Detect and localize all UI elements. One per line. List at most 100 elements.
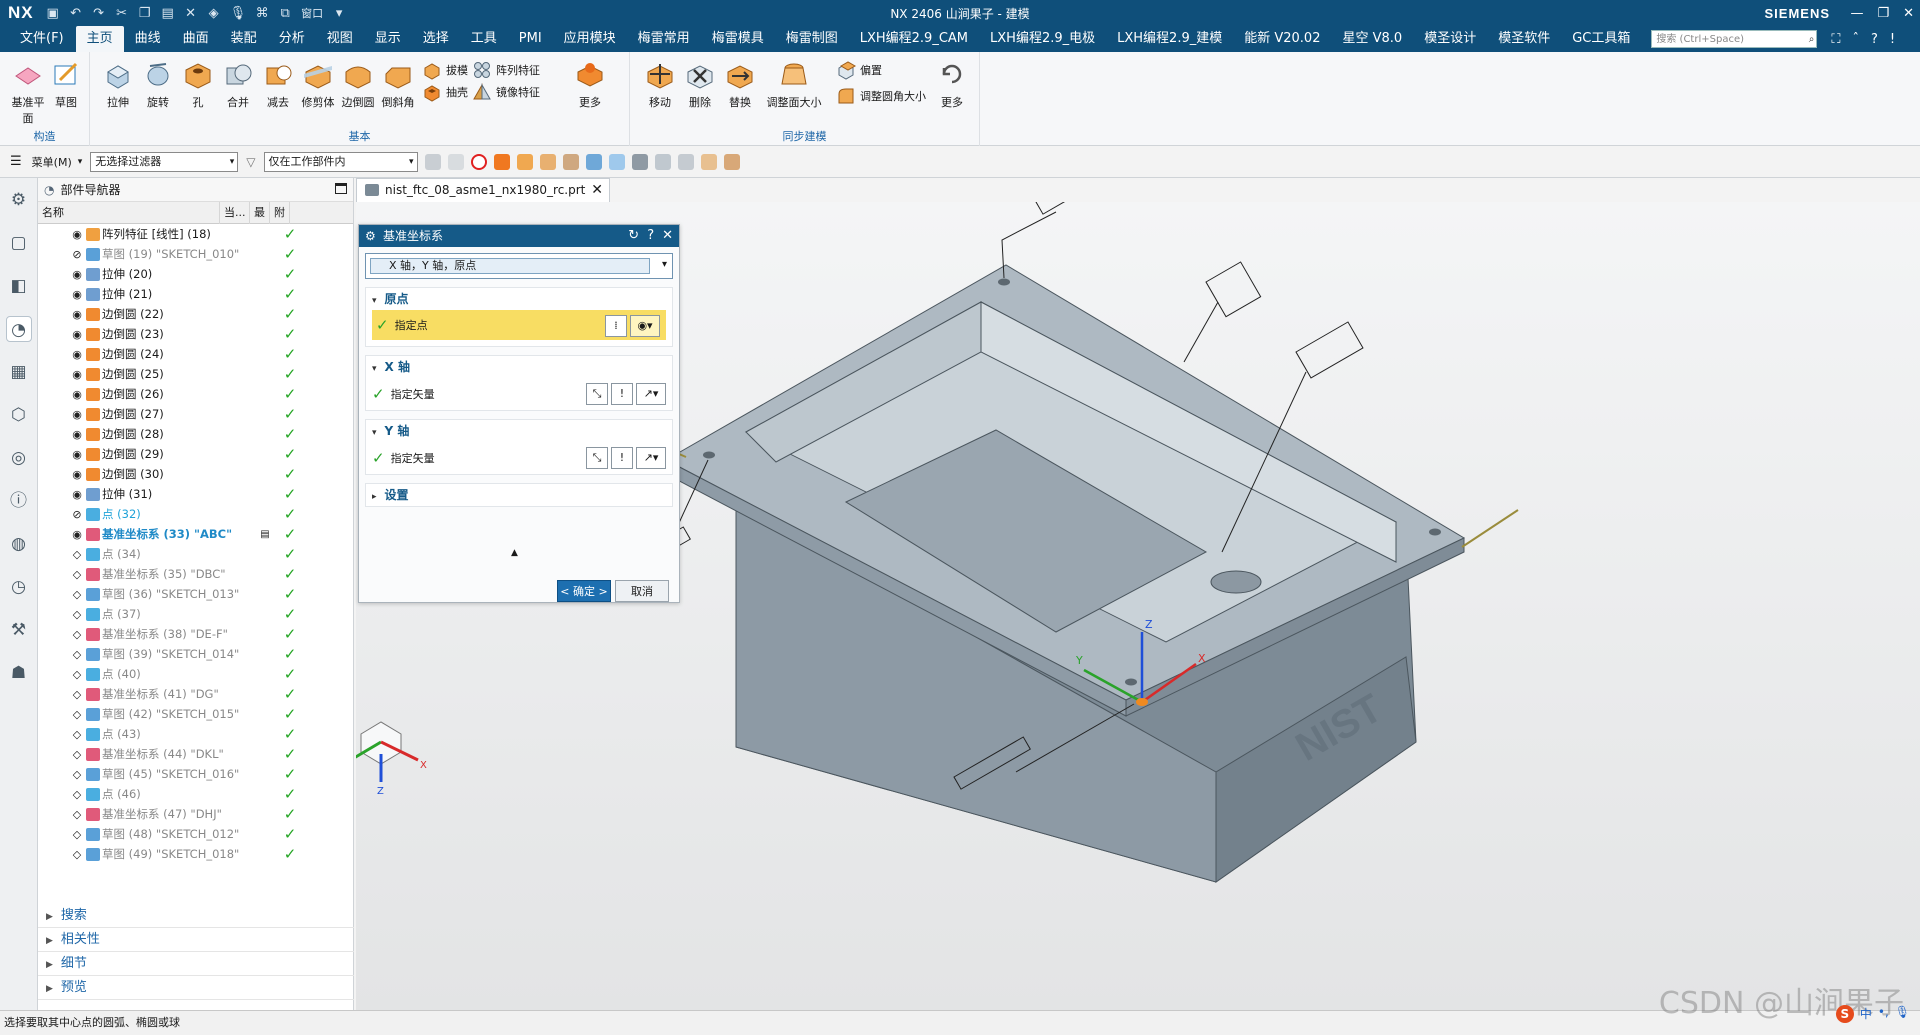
menu-item[interactable]: 星空 V8.0	[1331, 26, 1413, 52]
column-latest[interactable]: 最	[250, 201, 270, 224]
trim-body-button[interactable]: 修剪体	[298, 58, 338, 110]
delete-face-button[interactable]: 删除	[680, 58, 720, 110]
visibility-icon[interactable]: ◉	[70, 228, 84, 241]
feature-row[interactable]: ◉ 边倒圆 (27) ✓	[38, 404, 353, 424]
visibility-icon[interactable]: ◉	[70, 348, 84, 361]
menu-item[interactable]: 梅雷制图	[775, 26, 849, 52]
constraint-navigator-icon[interactable]: ◧	[6, 273, 32, 299]
feature-row[interactable]: ⊘ 点 (32) ✓	[38, 504, 353, 524]
edge-filter-icon[interactable]	[539, 153, 556, 170]
feature-row[interactable]: ◇ 点 (43) ✓	[38, 724, 353, 744]
close-icon[interactable]: ✕	[662, 225, 673, 247]
menu-button[interactable]: 菜单(M)	[22, 154, 78, 170]
visibility-icon[interactable]: ◇	[70, 668, 84, 681]
menu-item[interactable]: 梅雷模具	[701, 26, 775, 52]
section-y-axis-header[interactable]: ▾ Y 轴	[366, 420, 672, 442]
feature-row[interactable]: ◇ 草图 (48) "SKETCH_012" ✓	[38, 824, 353, 844]
feature-row[interactable]: ◉ 边倒圆 (29) ✓	[38, 444, 353, 464]
deselect-icon[interactable]	[447, 153, 464, 170]
restore-icon[interactable]: ❐	[1877, 6, 1889, 21]
box-select-icon[interactable]	[700, 153, 717, 170]
feature-row[interactable]: ◇ 基准坐标系 (41) "DG" ✓	[38, 684, 353, 704]
menu-item[interactable]: 工具	[460, 26, 508, 52]
visibility-icon[interactable]: ◇	[70, 568, 84, 581]
visibility-icon[interactable]: ◉	[70, 488, 84, 501]
menu-item[interactable]: 模圣软件	[1487, 26, 1561, 52]
sogou-icon[interactable]: S	[1835, 1005, 1854, 1023]
feature-row[interactable]: ◇ 点 (46) ✓	[38, 784, 353, 804]
point-filter-icon[interactable]	[608, 153, 625, 170]
unite-button[interactable]: 合并	[218, 58, 258, 110]
edge-blend-button[interactable]: 边倒圆	[338, 58, 378, 110]
feature-row[interactable]: ⊘ 草图 (19) "SKETCH_010" ✓	[38, 244, 353, 264]
help-icon[interactable]: ?	[1871, 32, 1878, 47]
ok-button[interactable]: < 确定 >	[557, 580, 611, 602]
gear-icon[interactable]: ⚙	[365, 225, 376, 247]
paste-icon[interactable]: ▤	[161, 6, 175, 21]
visibility-icon[interactable]: ◇	[70, 748, 84, 761]
feature-row[interactable]: ◉ 拉伸 (20) ✓	[38, 264, 353, 284]
resize-face-button[interactable]: 调整面大小	[764, 58, 824, 110]
menu-item[interactable]: 分析	[268, 26, 316, 52]
menu-item[interactable]: 显示	[364, 26, 412, 52]
visibility-icon[interactable]: ⊘	[70, 248, 84, 261]
undo-icon[interactable]: ↶	[69, 6, 83, 21]
chevron-down-icon[interactable]: ▾	[662, 259, 667, 270]
hd3d-tools-icon[interactable]: ⬡	[6, 402, 32, 428]
column-attach[interactable]: 附	[270, 201, 290, 224]
ime-punctuation-icon[interactable]: •,	[1878, 1005, 1889, 1023]
collapse-dialog-icon[interactable]: ▲	[511, 548, 518, 558]
section-settings-header[interactable]: ▸ 设置	[366, 484, 672, 506]
visibility-icon[interactable]: ◇	[70, 588, 84, 601]
menu-item[interactable]: LXH编程2.9_电极	[979, 26, 1106, 52]
feature-row[interactable]: ◉ 边倒圆 (24) ✓	[38, 344, 353, 364]
visibility-icon[interactable]: ◇	[70, 808, 84, 821]
move-face-button[interactable]: 移动	[640, 58, 680, 110]
command-search-input[interactable]: 搜索 (Ctrl+Space) ⌕	[1651, 30, 1818, 48]
feature-row[interactable]: ◉ 边倒圆 (23) ✓	[38, 324, 353, 344]
replace-face-button[interactable]: 替换	[720, 58, 760, 110]
visibility-icon[interactable]: ⊘	[70, 508, 84, 521]
basic-more-button[interactable]: 更多	[570, 58, 610, 110]
close-icon[interactable]: ✕	[1903, 6, 1914, 21]
curve-filter-icon[interactable]	[585, 153, 602, 170]
sketch-button[interactable]: 草图	[46, 58, 86, 110]
cut-icon[interactable]: ✂	[115, 6, 129, 21]
menu-item[interactable]: 曲线	[124, 26, 172, 52]
sync-more-button[interactable]: 更多	[932, 58, 972, 110]
reuse-library-icon[interactable]: ▦	[6, 359, 32, 385]
menu-item[interactable]: GC工具箱	[1561, 26, 1641, 52]
point-dialog-icon[interactable]: ⁞	[605, 315, 627, 337]
feature-row[interactable]: ◇ 基准坐标系 (38) "DE-F" ✓	[38, 624, 353, 644]
vector-type-icon[interactable]: ↗▾	[636, 383, 666, 405]
menu-item[interactable]: 应用模块	[553, 26, 627, 52]
web-browser-icon[interactable]: ◎	[6, 445, 32, 471]
menu-item[interactable]: 选择	[412, 26, 460, 52]
navigator-section[interactable]: ▶ 预览	[38, 976, 354, 1000]
specify-point-row[interactable]: ✓ 指定点 ⁞ ◉▾	[372, 310, 666, 340]
point-snap-icon[interactable]: ◉▾	[630, 315, 660, 337]
feature-row[interactable]: ◉ 边倒圆 (25) ✓	[38, 364, 353, 384]
feature-row[interactable]: ◉ 边倒圆 (30) ✓	[38, 464, 353, 484]
info-window-icon[interactable]: ⓘ	[6, 488, 32, 514]
help-icon[interactable]: ?	[647, 225, 654, 247]
feature-row[interactable]: ◉ 边倒圆 (28) ✓	[38, 424, 353, 444]
menu-item[interactable]: PMI	[508, 26, 553, 52]
visibility-icon[interactable]: ◇	[70, 608, 84, 621]
feature-row[interactable]: ◇ 点 (34) ✓	[38, 544, 353, 564]
visibility-icon[interactable]: ◉	[70, 368, 84, 381]
column-current[interactable]: 当...	[220, 201, 250, 224]
vector-dialog-icon[interactable]: !	[611, 383, 633, 405]
filter-icon[interactable]: ▽	[246, 155, 255, 169]
snap-settings-icon[interactable]	[654, 153, 671, 170]
navigator-section[interactable]: ▶ 细节	[38, 952, 354, 976]
feature-row[interactable]: ◉ 基准坐标系 (33) "ABC" ▤ ✓	[38, 524, 353, 544]
selection-filter-combo[interactable]: 无选择过滤器 ▾	[90, 151, 239, 172]
command-finder-icon[interactable]: ◈	[207, 6, 221, 21]
visibility-icon[interactable]: ◉	[70, 268, 84, 281]
visibility-icon[interactable]: ◇	[70, 788, 84, 801]
globe-icon[interactable]: ◍	[6, 531, 32, 557]
touch-mode-icon[interactable]: ⌘	[255, 6, 269, 21]
vector-type-icon[interactable]: ↗▾	[636, 447, 666, 469]
specify-y-vector-row[interactable]: ✓ 指定矢量 ⤡ ! ↗▾	[366, 442, 672, 474]
